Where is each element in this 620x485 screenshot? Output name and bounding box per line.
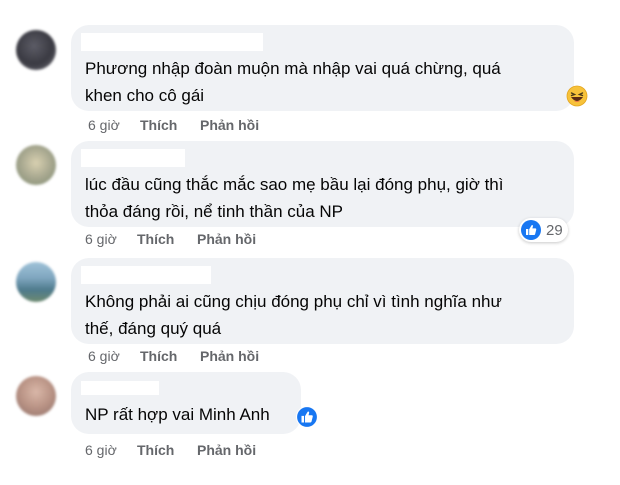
comment-time[interactable]: 6 giờ	[85, 442, 137, 458]
comment-text: NP rất hợp vai Minh Anh	[85, 405, 270, 424]
avatar[interactable]	[16, 376, 56, 416]
like-button[interactable]: Thích	[137, 442, 197, 458]
like-icon	[296, 406, 318, 428]
comment-bubble: NP rất hợp vai Minh Anh	[71, 372, 301, 434]
author-name-redacted[interactable]	[81, 381, 159, 395]
reaction-badge[interactable]	[295, 405, 319, 429]
comment-actions: 6 giờ Thích Phản hồi	[85, 441, 256, 459]
reply-button[interactable]: Phản hồi	[197, 442, 256, 458]
comment: NP rất hợp vai Minh Anh 6 giờ Thích Phản…	[0, 0, 620, 485]
